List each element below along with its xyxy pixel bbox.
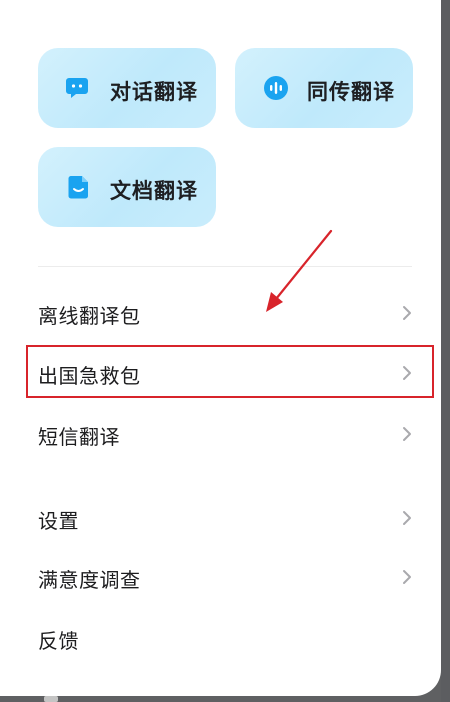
card-label: 文档翻译 (110, 179, 198, 203)
menu-item-feedback[interactable]: 反馈 (38, 622, 414, 656)
background-overlay (441, 0, 450, 702)
menu-item-label: 反馈 (38, 629, 79, 653)
app-screen: 对话翻译 同传翻译 文档翻译 离线翻译包 出国急救包 短信翻译 设置 满意度调查… (0, 0, 450, 702)
menu-item-label: 短信翻译 (38, 425, 120, 449)
soundwave-icon (263, 75, 289, 101)
menu-item-settings[interactable]: 设置 (38, 502, 414, 536)
footer-partial (44, 696, 58, 702)
annotation-highlight-box (26, 345, 434, 398)
menu-item-label: 满意度调查 (38, 568, 141, 592)
chevron-right-icon (403, 570, 411, 584)
simultaneous-translate-card[interactable]: 同传翻译 (235, 48, 413, 128)
menu-item-survey[interactable]: 满意度调查 (38, 561, 414, 595)
document-translate-card[interactable]: 文档翻译 (38, 147, 216, 227)
chevron-right-icon (403, 306, 411, 320)
document-icon (66, 174, 92, 200)
card-label: 对话翻译 (110, 80, 198, 104)
menu-item-label: 离线翻译包 (38, 304, 141, 328)
chevron-right-icon (403, 511, 411, 525)
menu-item-offline-pack[interactable]: 离线翻译包 (38, 297, 414, 331)
menu-item-label: 设置 (38, 509, 79, 533)
menu-item-sms-translate[interactable]: 短信翻译 (38, 418, 414, 452)
section-divider (38, 266, 412, 267)
chat-bubble-icon (64, 75, 90, 101)
card-label: 同传翻译 (307, 80, 395, 104)
chevron-right-icon (403, 427, 411, 441)
dialogue-translate-card[interactable]: 对话翻译 (38, 48, 216, 128)
